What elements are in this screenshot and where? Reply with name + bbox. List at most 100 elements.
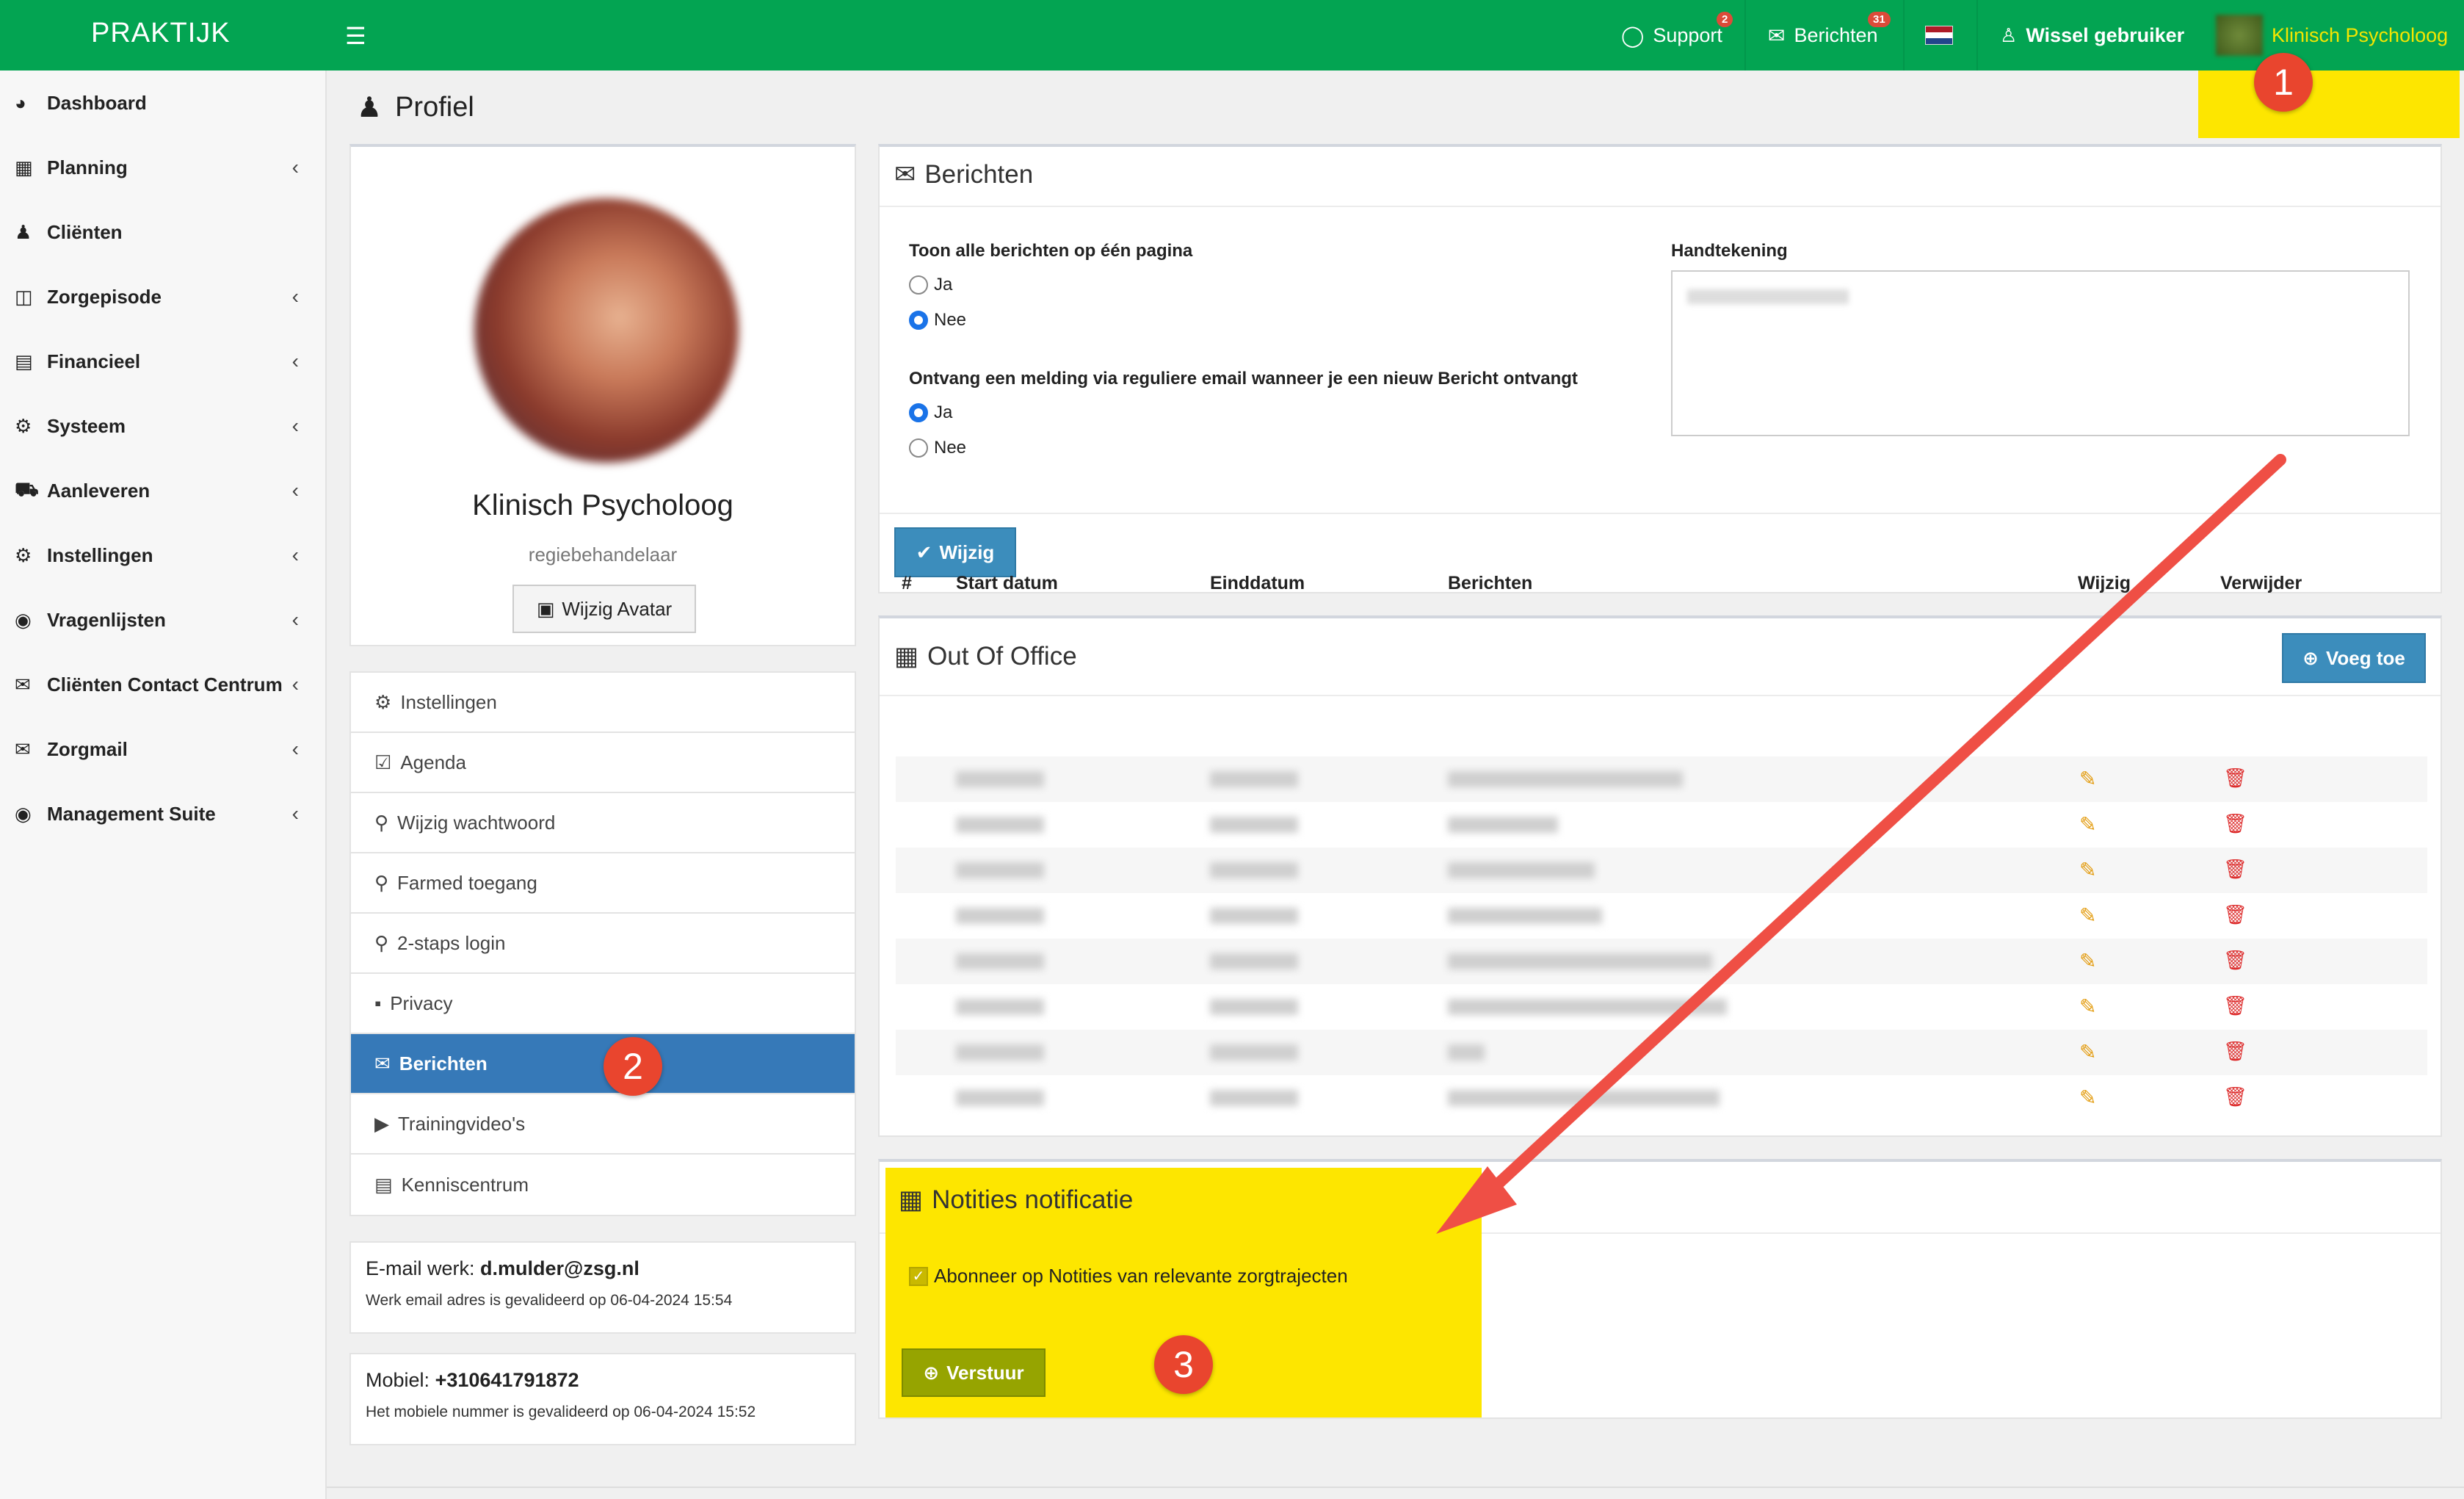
support-badge: 2: [1717, 12, 1733, 27]
pencil-icon[interactable]: ✎: [2079, 903, 2096, 928]
subscribe-notes-checkbox[interactable]: ✓ Abonneer op Notities van relevante zor…: [909, 1265, 1348, 1287]
chevron-left-icon: ‹: [291, 543, 299, 566]
save-messages-button[interactable]: ✔ Wijzig: [894, 527, 1016, 577]
sidebar-item-clienten[interactable]: ♟ Cliënten: [0, 200, 325, 264]
sidebar-item-instellingen[interactable]: ⚙ Instellingen ‹: [0, 523, 325, 588]
send-button[interactable]: ⊕ Verstuur: [902, 1348, 1046, 1397]
divider: [880, 513, 2441, 514]
profile-menu-farmed-toegang[interactable]: ⚲ Farmed toegang: [351, 853, 855, 914]
email-notify-no-radio[interactable]: Nee: [909, 438, 966, 458]
blurred-start-date: [956, 1090, 1044, 1106]
pencil-icon[interactable]: ✎: [2079, 994, 2096, 1019]
plus-circle-icon: ⊕: [923, 1361, 940, 1384]
show-all-no-radio[interactable]: Nee: [909, 310, 966, 330]
language-flag-button[interactable]: [1925, 0, 1953, 71]
trash-icon[interactable]: 🗑: [2223, 994, 2247, 1017]
image-icon: ▣: [536, 597, 555, 620]
divider: [880, 695, 2441, 696]
profile-menu-wijzig-wachtwoord[interactable]: ⚲ Wijzig wachtwoord: [351, 793, 855, 853]
blurred-message: [1448, 999, 1727, 1015]
trash-icon[interactable]: 🗑: [2223, 767, 2247, 790]
menu-item-label: Berichten: [399, 1052, 488, 1074]
switch-user-link[interactable]: ♙ Wissel gebruiker: [2000, 0, 2184, 71]
sidebar-item-vragenlijsten[interactable]: ◉ Vragenlijsten ‹: [0, 588, 325, 652]
pencil-icon[interactable]: ✎: [2079, 858, 2096, 882]
profile-menu-kenniscentrum[interactable]: ▤ Kenniscentrum: [351, 1155, 855, 1215]
chevron-left-icon: ‹: [291, 350, 299, 372]
sidebar-item-management-suite[interactable]: ◉ Management Suite ‹: [0, 781, 325, 846]
radio-button[interactable]: [909, 311, 928, 330]
hamburger-icon[interactable]: ☰: [345, 22, 366, 50]
trash-icon[interactable]: 🗑: [2223, 858, 2247, 881]
lifebuoy-icon: ◯: [1621, 24, 1645, 47]
signature-text-blurred: [1687, 289, 1849, 304]
sidebar-item-zorgmail[interactable]: ✉ Zorgmail ‹: [0, 717, 325, 781]
radio-label: Nee: [934, 438, 967, 458]
radio-button[interactable]: [909, 438, 928, 458]
book-icon: ▤: [15, 350, 33, 372]
pencil-icon[interactable]: ✎: [2079, 812, 2096, 837]
book-icon: ▤: [374, 1173, 393, 1196]
blurred-start-date: [956, 1044, 1044, 1061]
brand-logo[interactable]: PRAKTIJK: [91, 18, 231, 49]
support-link[interactable]: ◯ Support 2: [1621, 0, 1733, 71]
change-avatar-button[interactable]: ▣ Wijzig Avatar: [512, 585, 696, 633]
table-row: ✎ 🗑: [896, 984, 2427, 1030]
sidebar-item-planning[interactable]: ▦ Planning ‹: [0, 135, 325, 200]
col-header-messages: Berichten: [1448, 573, 1533, 593]
profile-menu-agenda[interactable]: ☑ Agenda: [351, 733, 855, 793]
chevron-left-icon: ‹: [291, 608, 299, 631]
sidebar-item-label: Instellingen: [47, 543, 153, 566]
out-of-office-title: ▦ Out Of Office: [894, 642, 1077, 671]
sidebar-item-financieel[interactable]: ▤ Financieel ‹: [0, 329, 325, 394]
sidebar-item-aanleveren[interactable]: ⛟ Aanleveren ‹: [0, 458, 325, 523]
table-row: ✎ 🗑: [896, 848, 2427, 893]
profile-menu-instellingen[interactable]: ⚙ Instellingen: [351, 673, 855, 733]
blurred-end-date: [1210, 862, 1298, 878]
messages-link[interactable]: ✉ Berichten 31: [1768, 0, 1891, 71]
sidebar-item-label: Zorgmail: [47, 737, 128, 760]
profile-menu-trainingvideos[interactable]: ▶ Trainingvideo's: [351, 1094, 855, 1155]
pencil-icon[interactable]: ✎: [2079, 949, 2096, 973]
trash-icon[interactable]: 🗑: [2223, 1040, 2247, 1063]
pencil-icon[interactable]: ✎: [2079, 767, 2096, 791]
send-button-label: Verstuur: [946, 1361, 1024, 1384]
blurred-start-date: [956, 771, 1044, 787]
check-icon[interactable]: ✓: [909, 1266, 928, 1286]
profile-menu-2-staps-login[interactable]: ⚲ 2-staps login: [351, 914, 855, 974]
radio-button[interactable]: [909, 275, 928, 295]
blurred-end-date: [1210, 999, 1298, 1015]
sidebar-item-systeem[interactable]: ⚙ Systeem ‹: [0, 394, 325, 458]
table-row: ✎ 🗑: [896, 1030, 2427, 1075]
sidebar-item-dashboard[interactable]: ◕ Dashboard: [0, 71, 325, 135]
email-notify-yes-radio[interactable]: Ja: [909, 402, 952, 423]
callout-marker-2: 2: [604, 1037, 662, 1096]
show-all-yes-radio[interactable]: Ja: [909, 275, 952, 295]
pencil-icon[interactable]: ✎: [2079, 1086, 2096, 1110]
chevron-left-icon: ‹: [291, 737, 299, 760]
top-navbar: PRAKTIJK ☰ ◯ Support 2 ✉ Berichten 31 ♙ …: [0, 0, 2464, 71]
add-out-of-office-button[interactable]: ⊕ Voeg toe: [2282, 633, 2426, 683]
radio-button[interactable]: [909, 403, 928, 422]
nav-separator: [1976, 0, 1978, 71]
col-header-edit: Wijzig: [2078, 573, 2131, 593]
work-email-note: Werk email adres is gevalideerd op 06-04…: [366, 1292, 733, 1309]
menu-item-label: 2-staps login: [397, 931, 506, 954]
profile-menu-privacy[interactable]: ▪ Privacy: [351, 974, 855, 1034]
notes-panel-title: ▦ Notities notificatie: [899, 1185, 1133, 1215]
globe-icon: ◉: [15, 608, 32, 631]
trash-icon[interactable]: 🗑: [2223, 1086, 2247, 1108]
pencil-icon[interactable]: ✎: [2079, 1040, 2096, 1064]
sidebar-item-zorgepisode[interactable]: ◫ Zorgepisode ‹: [0, 264, 325, 329]
trash-icon[interactable]: 🗑: [2223, 949, 2247, 972]
radio-label: Ja: [934, 402, 953, 422]
messages-panel-title-text: Berichten: [924, 160, 1034, 189]
messages-panel-title: ✉ Berichten: [894, 160, 1033, 189]
trash-icon[interactable]: 🗑: [2223, 812, 2247, 835]
signature-textarea[interactable]: [1671, 270, 2410, 436]
profile-menu-berichten[interactable]: ✉ Berichten: [351, 1034, 855, 1094]
trash-icon[interactable]: 🗑: [2223, 903, 2247, 926]
sidebar-item-clienten-contact-centrum[interactable]: ✉ Cliënten Contact Centrum ‹: [0, 652, 325, 717]
blurred-end-date: [1210, 1090, 1298, 1106]
user-menu-toggle[interactable]: Klinisch Psycholoog: [2198, 0, 2460, 71]
